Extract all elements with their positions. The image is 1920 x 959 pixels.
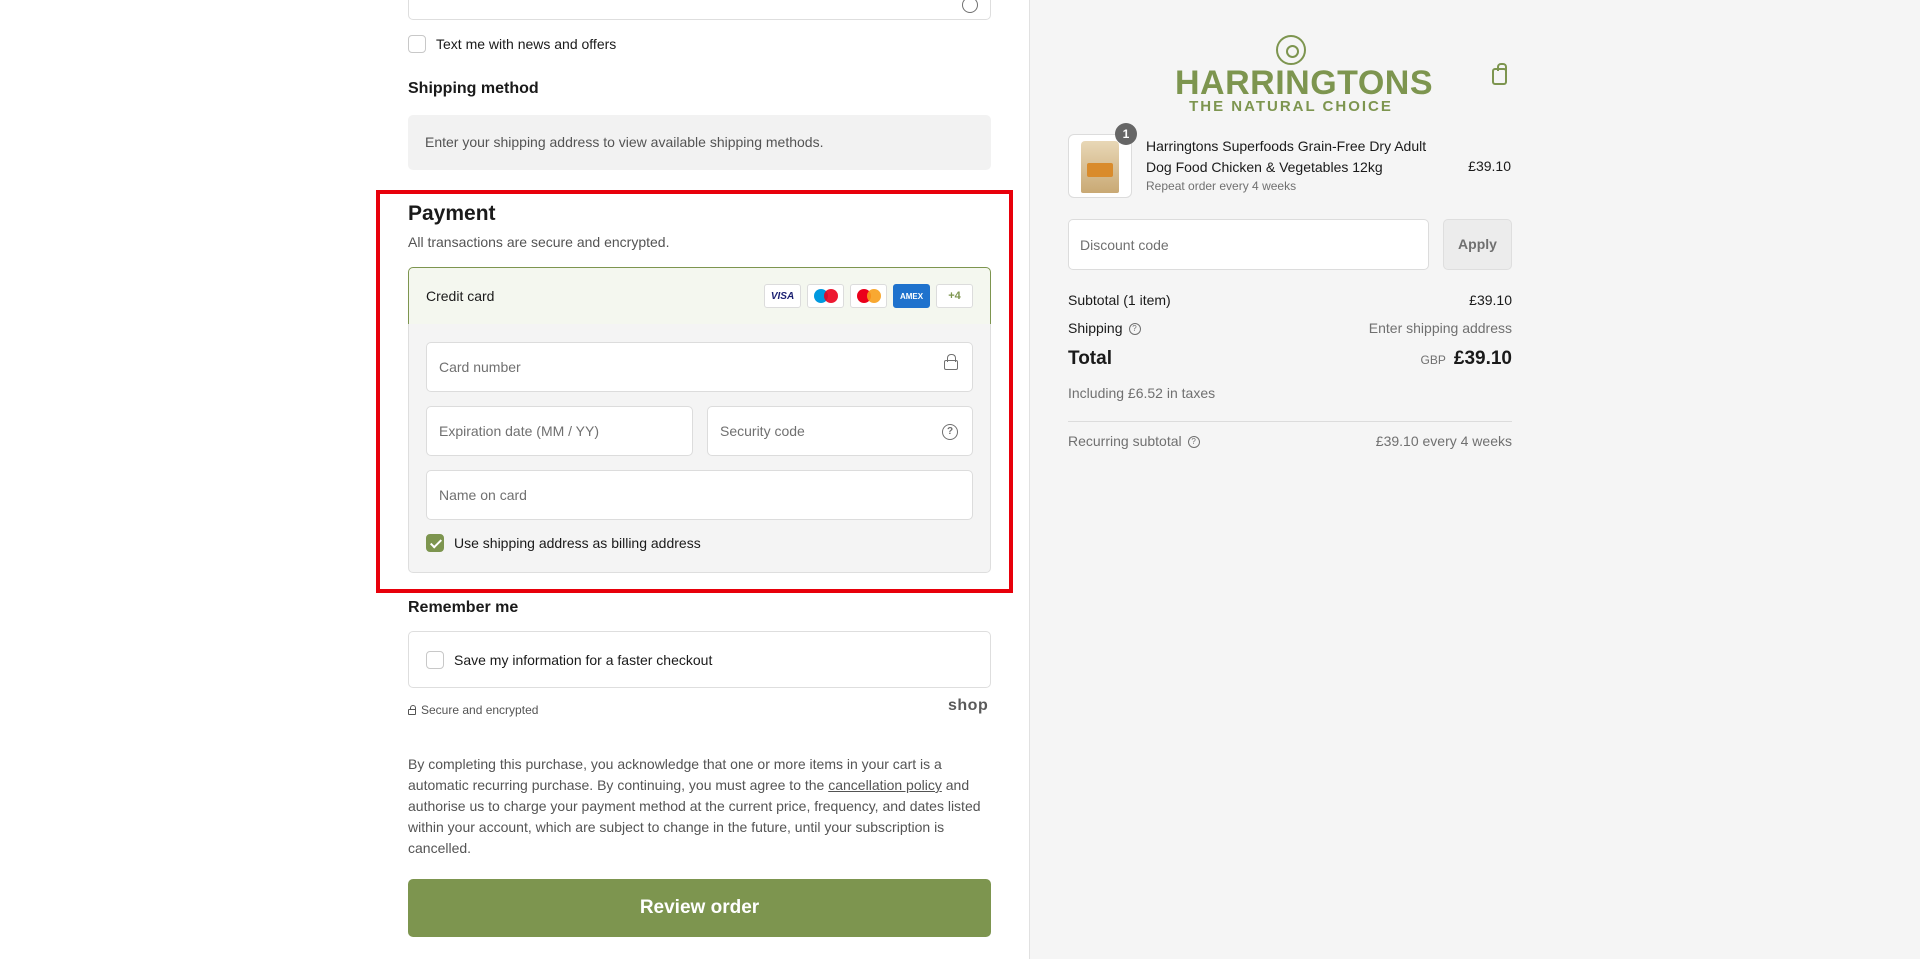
taxes-row: Including £6.52 in taxes bbox=[1068, 385, 1512, 401]
shipping-row: Shipping? Enter shipping address bbox=[1068, 320, 1512, 336]
shipping-value: Enter shipping address bbox=[1368, 320, 1512, 336]
discount-placeholder: Discount code bbox=[1080, 237, 1169, 253]
save-info-option[interactable]: Save my information for a faster checkou… bbox=[408, 631, 991, 688]
total-value: £39.10 bbox=[1453, 348, 1512, 369]
product-name: Harringtons Superfoods Grain-Free Dry Ad… bbox=[1146, 138, 1427, 175]
name-on-card-input[interactable]: Name on card bbox=[426, 470, 973, 520]
recurring-row: Recurring subtotal? £39.10 every 4 weeks bbox=[1068, 433, 1512, 449]
flower-emblem-icon bbox=[1276, 35, 1306, 65]
shipping-method-notice: Enter your shipping address to view avai… bbox=[408, 115, 991, 170]
apply-discount-button[interactable]: Apply bbox=[1443, 219, 1512, 270]
subscription-frequency: Repeat order every 4 weeks bbox=[1146, 179, 1297, 193]
payment-subtitle: All transactions are secure and encrypte… bbox=[408, 234, 670, 250]
secure-text: Secure and encrypted bbox=[421, 703, 539, 717]
logo-tagline: THE NATURAL CHOICE bbox=[1189, 98, 1393, 115]
subtotal-label: Subtotal (1 item) bbox=[1068, 292, 1171, 308]
taxes-note: Including £6.52 in taxes bbox=[1068, 385, 1216, 401]
expiry-placeholder: Expiration date (MM / YY) bbox=[439, 423, 600, 439]
total-label: Total bbox=[1068, 348, 1112, 369]
mastercard-icon bbox=[850, 284, 887, 308]
product-image bbox=[1081, 141, 1119, 193]
expiry-input[interactable]: Expiration date (MM / YY) bbox=[426, 406, 693, 456]
shipping-method-heading: Shipping method bbox=[408, 80, 539, 97]
question-icon[interactable]: ? bbox=[1128, 323, 1141, 336]
sms-checkbox[interactable] bbox=[408, 35, 426, 53]
phone-input[interactable] bbox=[408, 0, 991, 20]
security-code-placeholder: Security code bbox=[720, 423, 805, 439]
lock-icon bbox=[408, 705, 416, 715]
shipping-label: Shipping bbox=[1068, 320, 1123, 336]
security-code-input[interactable]: Security code ? bbox=[707, 406, 973, 456]
recurring-value: £39.10 every 4 weeks bbox=[1375, 433, 1512, 449]
review-order-button[interactable]: Review order bbox=[408, 879, 991, 937]
credit-card-option[interactable]: Credit card VISA AMEX +4 bbox=[408, 267, 991, 325]
divider bbox=[1068, 421, 1512, 422]
quantity-badge: 1 bbox=[1115, 123, 1137, 145]
subtotal-value: £39.10 bbox=[1469, 292, 1512, 308]
name-on-card-placeholder: Name on card bbox=[439, 487, 527, 503]
question-icon[interactable]: ? bbox=[942, 424, 958, 440]
product-price: £39.10 bbox=[1468, 158, 1511, 174]
visa-icon: VISA bbox=[764, 284, 801, 308]
amex-icon: AMEX bbox=[893, 284, 930, 308]
save-info-label: Save my information for a faster checkou… bbox=[454, 651, 713, 668]
card-number-input[interactable]: Card number bbox=[426, 342, 973, 392]
billing-checkbox[interactable] bbox=[426, 534, 444, 552]
maestro-icon bbox=[807, 284, 844, 308]
save-info-checkbox[interactable] bbox=[426, 650, 444, 669]
billing-address-option[interactable]: Use shipping address as billing address bbox=[426, 534, 701, 552]
secure-note: Secure and encrypted bbox=[408, 703, 538, 717]
card-brands: VISA AMEX +4 bbox=[764, 284, 973, 308]
billing-label: Use shipping address as billing address bbox=[454, 535, 701, 551]
sms-opt-in[interactable]: Text me with news and offers bbox=[408, 34, 616, 54]
card-number-placeholder: Card number bbox=[439, 359, 521, 375]
remember-me-heading: Remember me bbox=[408, 599, 519, 616]
credit-card-label: Credit card bbox=[426, 288, 495, 304]
legal-text: By completing this purchase, you acknowl… bbox=[408, 754, 991, 859]
payment-heading: Payment bbox=[408, 202, 496, 225]
sms-label: Text me with news and offers bbox=[436, 36, 617, 52]
shopping-bag-icon[interactable] bbox=[1492, 63, 1507, 85]
recurring-label: Recurring subtotal bbox=[1068, 433, 1182, 449]
total-row: Total GBP £39.10 bbox=[1068, 348, 1512, 370]
cancellation-policy-link[interactable]: cancellation policy bbox=[828, 777, 942, 793]
discount-code-input[interactable]: Discount code bbox=[1068, 219, 1429, 270]
help-icon[interactable] bbox=[962, 0, 978, 13]
checkout-main: Text me with news and offers Shipping me… bbox=[0, 0, 1029, 959]
currency-code: GBP bbox=[1420, 353, 1446, 367]
lock-icon bbox=[944, 354, 958, 370]
logo-name: HARRINGTONS bbox=[1175, 64, 1433, 102]
subtotal-row: Subtotal (1 item) £39.10 bbox=[1068, 292, 1512, 308]
question-icon[interactable]: ? bbox=[1187, 436, 1200, 449]
store-logo[interactable]: HARRINGTONS THE NATURAL CHOICE bbox=[1175, 35, 1433, 115]
more-brands-badge: +4 bbox=[936, 284, 973, 308]
shop-pay-logo: shop bbox=[948, 697, 989, 714]
